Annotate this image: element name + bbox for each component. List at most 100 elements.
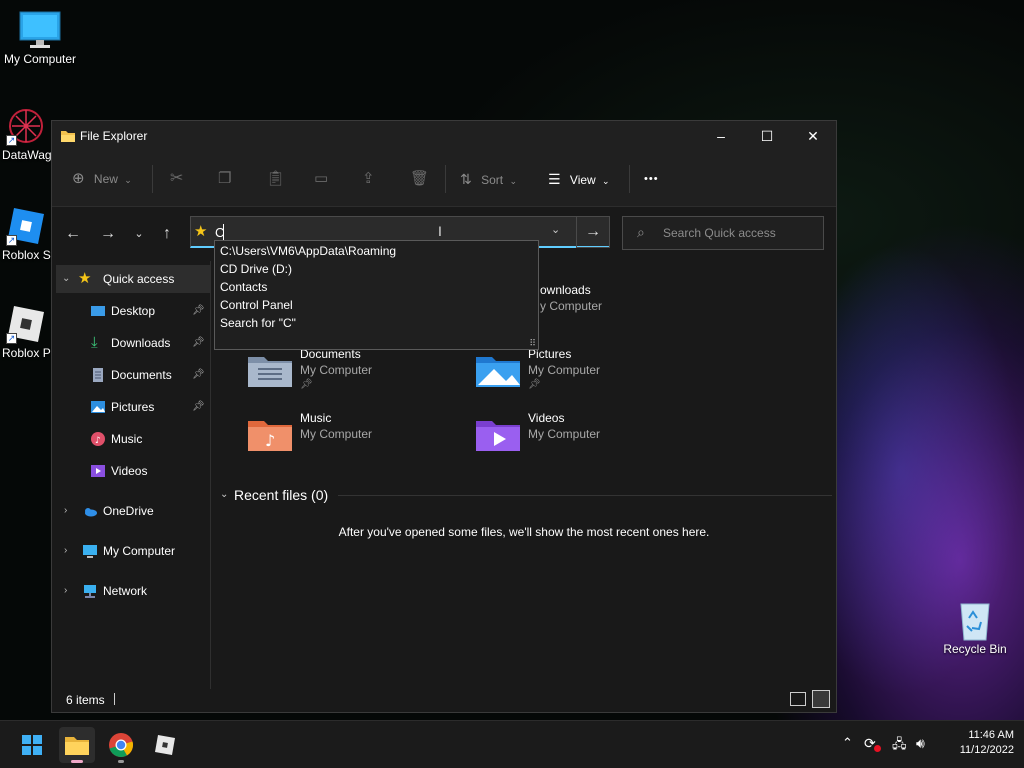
rename-icon[interactable]: ▭: [314, 167, 328, 191]
copy-icon[interactable]: ❐: [218, 167, 231, 191]
sidebar-item-network[interactable]: › Network: [52, 577, 210, 605]
resize-grip-icon[interactable]: ⠿: [529, 338, 536, 349]
sort-button[interactable]: ⇅ Sort ⌄: [460, 167, 517, 191]
folder-tile-music[interactable]: ♪ Music My Computer: [248, 411, 468, 461]
dropdown-item[interactable]: Control Panel: [220, 298, 293, 312]
sidebar-item-downloads[interactable]: ⤓ Downloads 📌︎: [52, 329, 210, 357]
shortcut-arrow-icon: ↗: [6, 333, 17, 344]
show-hidden-icons-chevron[interactable]: ⌃: [842, 735, 853, 751]
status-bar: 6 items: [52, 688, 836, 712]
desktop-icon-recycle-bin[interactable]: Recycle Bin: [935, 598, 1015, 656]
videos-folder-icon: [476, 421, 520, 451]
sync-status-icon[interactable]: ⟳: [864, 735, 881, 752]
pictures-folder-icon: [476, 357, 520, 387]
search-box[interactable]: ⌕ Search Quick access: [622, 216, 824, 250]
title-bar[interactable]: File Explorer – ☐ ✕: [52, 121, 836, 151]
pin-icon[interactable]: 📌︎: [192, 297, 205, 325]
recent-files-header[interactable]: ⌄ Recent files (0): [218, 485, 832, 509]
volume-icon[interactable]: 🔊︎: [916, 735, 925, 752]
sidebar-item-label: Desktop: [111, 304, 156, 318]
monitor-icon: [83, 545, 97, 558]
paste-icon[interactable]: 📋︎: [266, 167, 285, 191]
taskbar-roblox[interactable]: [147, 727, 183, 763]
sidebar-item-videos[interactable]: Videos: [52, 457, 210, 485]
file-explorer-icon: [61, 131, 75, 142]
dropdown-item[interactable]: Search for "C": [220, 316, 296, 330]
recent-locations-button[interactable]: ⌄: [126, 221, 152, 247]
chevron-down-icon: ⌄: [124, 175, 132, 185]
desktop-icon-roblox-studio[interactable]: ↗ Roblox St: [0, 204, 56, 262]
network-icon[interactable]: 🖧︎: [892, 735, 907, 757]
forward-button[interactable]: →: [95, 221, 121, 247]
tiles-view-icon[interactable]: [812, 690, 830, 708]
sidebar-item-music[interactable]: ♪ Music: [52, 425, 210, 453]
start-button[interactable]: [14, 727, 50, 763]
taskbar-chrome[interactable]: [103, 727, 139, 763]
desktop-icon-my-computer[interactable]: My Computer: [0, 8, 80, 66]
star-icon: ★: [194, 223, 208, 240]
recent-files-empty-message: After you've opened some files, we'll sh…: [338, 525, 710, 539]
clock[interactable]: 11:46 AM 11/12/2022: [944, 729, 1014, 756]
view-button[interactable]: ☰ View ⌄: [548, 167, 610, 191]
up-button[interactable]: ↑: [154, 221, 180, 247]
sidebar-item-desktop[interactable]: Desktop 📌︎: [52, 297, 210, 325]
sidebar-item-pictures[interactable]: Pictures 📌︎: [52, 393, 210, 421]
pin-icon[interactable]: 📌︎: [192, 361, 205, 389]
details-view-icon[interactable]: [790, 692, 806, 706]
folder-tile-pictures[interactable]: Pictures My Computer 📌︎: [476, 347, 696, 397]
pin-icon[interactable]: 📌︎: [192, 329, 205, 357]
close-button[interactable]: ✕: [790, 121, 836, 151]
file-explorer-window: File Explorer – ☐ ✕ ⊕ New ⌄ ✂ ❐ 📋︎ ▭ ⇪ 🗑…: [51, 120, 837, 713]
dropdown-item[interactable]: CD Drive (D:): [220, 262, 292, 276]
sidebar-item-my-computer[interactable]: › My Computer: [52, 537, 210, 565]
more-options-button[interactable]: •••: [644, 167, 659, 191]
item-count: 6 items: [66, 693, 105, 707]
pin-icon[interactable]: 📌︎: [192, 393, 205, 421]
minimize-button[interactable]: –: [698, 121, 744, 151]
sidebar-item-label: Downloads: [111, 336, 171, 350]
desktop-icon-label: Roblox St: [2, 248, 55, 262]
sort-icon: ⇅: [460, 171, 472, 187]
view-label: View: [569, 173, 596, 187]
taskbar-file-explorer[interactable]: [59, 727, 95, 763]
sidebar-item-onedrive[interactable]: › OneDrive: [52, 497, 210, 525]
sidebar-item-label: Music: [111, 432, 143, 446]
folder-tile-videos[interactable]: Videos My Computer: [476, 411, 696, 461]
delete-icon[interactable]: 🗑︎: [410, 167, 429, 191]
view-icon: ☰: [548, 171, 561, 187]
document-icon: [93, 368, 103, 382]
dropdown-item[interactable]: Contacts: [220, 280, 267, 294]
folder-tile-documents[interactable]: Documents My Computer 📌︎: [248, 347, 468, 397]
clock-time: 11:46 AM: [968, 729, 1014, 741]
back-button[interactable]: ←: [60, 221, 86, 247]
sidebar-item-label: Documents: [111, 368, 172, 382]
cut-icon[interactable]: ✂: [170, 167, 183, 191]
new-button[interactable]: ⊕ New ⌄: [72, 167, 132, 191]
sidebar-item-documents[interactable]: Documents 📌︎: [52, 361, 210, 389]
maximize-button[interactable]: ☐: [744, 121, 790, 151]
go-arrow-icon[interactable]: →: [576, 216, 610, 248]
svg-text:♪: ♪: [265, 431, 275, 450]
share-icon[interactable]: ⇪: [362, 167, 375, 191]
download-icon: ⤓: [91, 334, 98, 351]
text-cursor-pointer: I: [438, 223, 442, 239]
sort-label: Sort: [481, 173, 504, 187]
desktop-icon-datawag[interactable]: ↗ DataWag: [0, 104, 56, 162]
windows-logo-icon: [22, 735, 42, 755]
chevron-right-icon: ›: [64, 545, 68, 556]
star-icon: ★: [78, 270, 92, 287]
sidebar-item-quick-access[interactable]: ⌄ ★ Quick access: [56, 265, 210, 293]
search-icon: ⌕: [637, 224, 645, 240]
folder-location: My Computer: [528, 427, 601, 441]
documents-folder-icon: [248, 357, 292, 387]
dropdown-item[interactable]: C:\Users\VM6\AppData\Roaming: [220, 244, 396, 258]
desktop-icon-roblox-player[interactable]: ↗ Roblox Pl: [0, 302, 56, 360]
window-title: File Explorer: [80, 129, 148, 143]
chevron-right-icon: ›: [64, 585, 68, 596]
new-label: New: [93, 172, 118, 186]
active-indicator: [71, 760, 83, 763]
chevron-right-icon: ›: [64, 505, 68, 516]
address-history-chevron-icon[interactable]: ⌄: [551, 223, 560, 236]
sidebar-item-label: Network: [103, 584, 148, 598]
desktop-icon-label: My Computer: [3, 52, 77, 66]
